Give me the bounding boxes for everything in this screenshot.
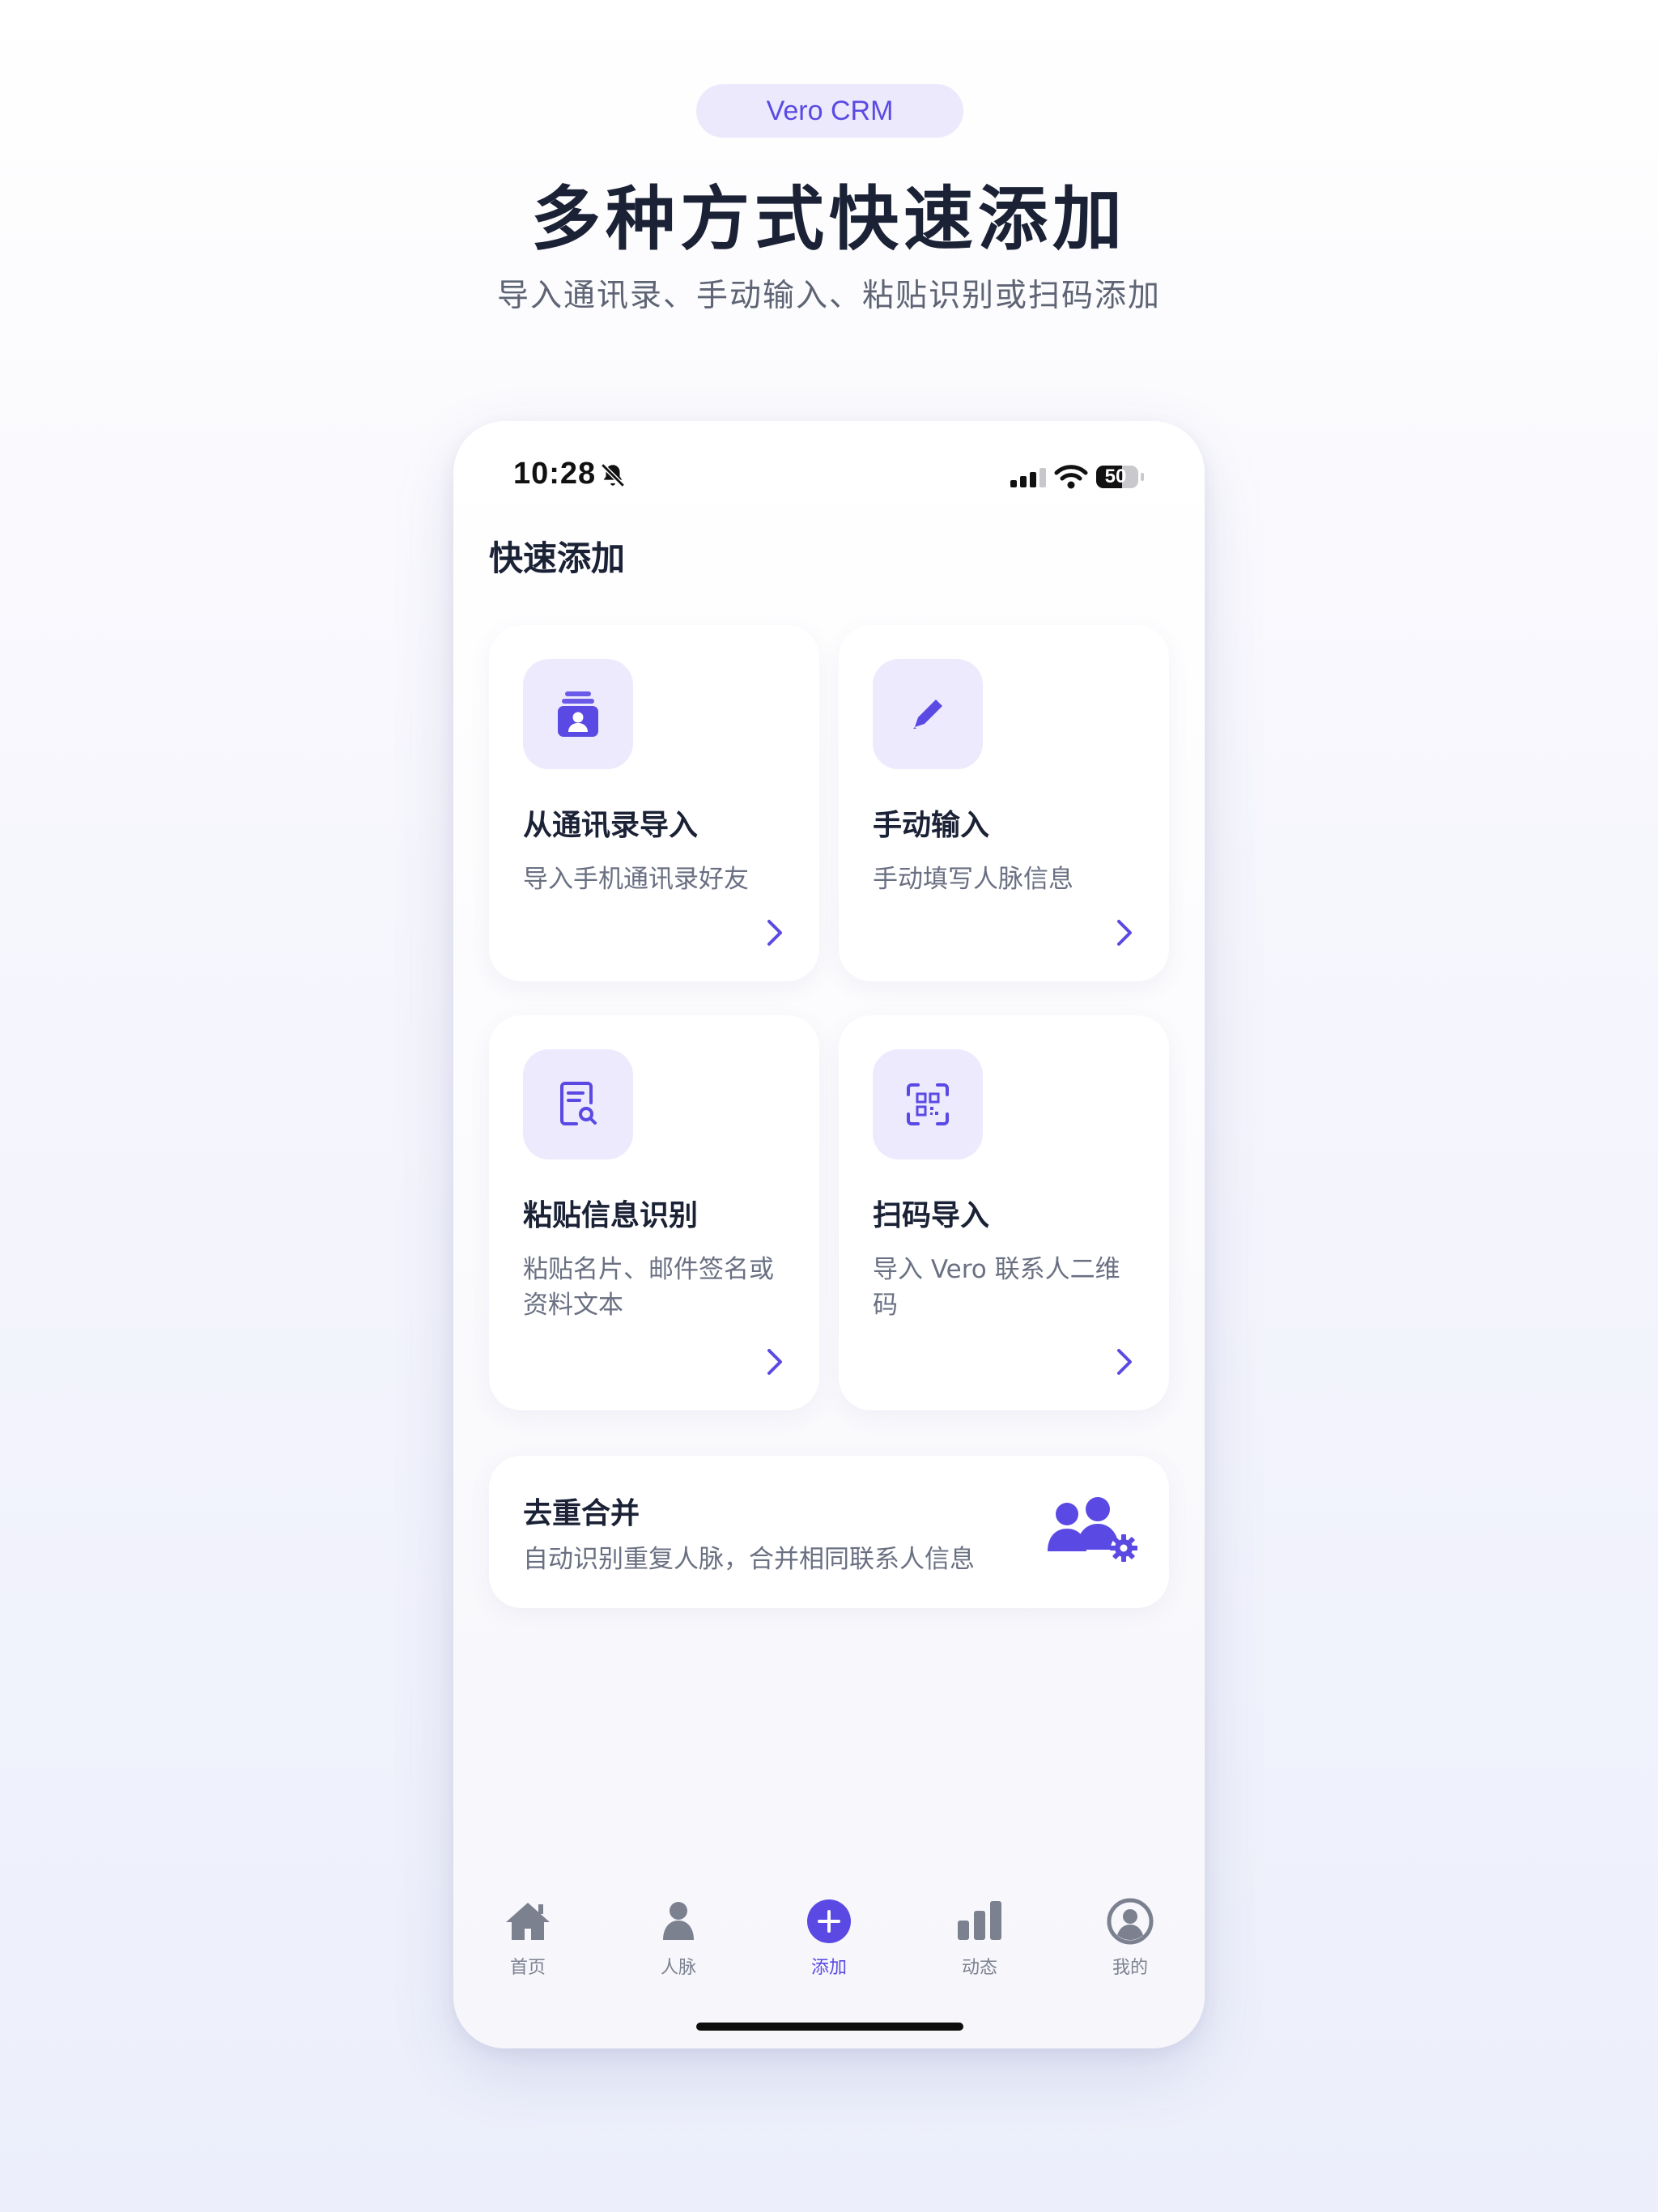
pencil-icon-box bbox=[873, 659, 983, 769]
brand-badge: Vero CRM bbox=[696, 84, 963, 138]
card-title: 从通讯录导入 bbox=[523, 809, 699, 842]
battery-level: 50 bbox=[1104, 466, 1127, 487]
pencil-icon bbox=[913, 700, 942, 729]
chevron-right-icon bbox=[767, 1349, 782, 1375]
bell-slash-icon bbox=[601, 463, 625, 487]
document-search-icon-box bbox=[523, 1049, 633, 1159]
card-title: 手动输入 bbox=[873, 809, 990, 842]
users-gear-icon bbox=[1048, 1497, 1137, 1562]
chevron-right-icon bbox=[767, 920, 782, 946]
subheadline: 导入通讯录、手动输入、粘贴识别或扫码添加 bbox=[496, 278, 1161, 314]
card-desc: 导入 Vero 联系人二维码 bbox=[873, 1255, 1120, 1320]
tab-label: 添加 bbox=[810, 1958, 847, 1978]
tab-label: 首页 bbox=[509, 1958, 546, 1978]
chevron-right-icon bbox=[1117, 920, 1132, 946]
home-indicator[interactable] bbox=[696, 2023, 963, 2031]
import-contacts-card[interactable]: 从通讯录导入 导入手机通讯录好友 bbox=[489, 625, 819, 981]
status-time: 10:28 bbox=[513, 457, 597, 491]
qr-scan-icon bbox=[907, 1083, 949, 1125]
home-icon bbox=[506, 1903, 550, 1940]
document-search-icon bbox=[560, 1082, 597, 1125]
headline: 多种方式快速添加 bbox=[531, 179, 1127, 260]
qr-scan-icon-box bbox=[873, 1049, 983, 1159]
screen-title: 快速添加 bbox=[489, 538, 626, 578]
dedupe-merge-card[interactable]: 去重合并 自动识别重复人脉，合并相同联系人信息 bbox=[489, 1456, 1169, 1608]
profile-icon bbox=[1107, 1898, 1154, 1945]
tab-activity[interactable]: 动态 bbox=[919, 1896, 1040, 1985]
wifi-icon bbox=[1054, 465, 1088, 489]
person-icon bbox=[663, 1902, 694, 1940]
manual-input-card[interactable]: 手动输入 手动填写人脉信息 bbox=[839, 625, 1169, 981]
tab-home[interactable]: 首页 bbox=[467, 1896, 589, 1985]
tab-profile[interactable]: 我的 bbox=[1069, 1896, 1191, 1985]
card-desc: 粘贴名片、邮件签名或资料文本 bbox=[523, 1255, 774, 1320]
scan-import-card[interactable]: 扫码导入 导入 Vero 联系人二维码 bbox=[839, 1015, 1169, 1410]
phone-mockup: 10:28 50 快速添加 从通讯录导入 导入手机通讯录好友 手动输入 手动填写… bbox=[453, 421, 1205, 2048]
merge-title: 去重合并 bbox=[523, 1497, 640, 1530]
paste-recognize-card[interactable]: 粘贴信息识别 粘贴名片、邮件签名或资料文本 bbox=[489, 1015, 819, 1410]
plus-circle-icon bbox=[807, 1899, 851, 1943]
card-title: 扫码导入 bbox=[873, 1199, 990, 1232]
card-desc: 手动填写人脉信息 bbox=[873, 865, 1073, 894]
contacts-icon bbox=[558, 691, 598, 737]
tab-contacts[interactable]: 人脉 bbox=[618, 1896, 739, 1985]
card-desc: 导入手机通讯录好友 bbox=[523, 865, 749, 894]
signal-icon bbox=[1010, 468, 1046, 487]
tab-label: 我的 bbox=[1112, 1958, 1148, 1978]
contacts-icon-box bbox=[523, 659, 633, 769]
chevron-right-icon bbox=[1117, 1349, 1132, 1375]
bar-chart-icon bbox=[958, 1901, 1001, 1940]
tab-label: 动态 bbox=[961, 1958, 997, 1978]
tab-label: 人脉 bbox=[660, 1958, 696, 1978]
card-title: 粘贴信息识别 bbox=[523, 1199, 699, 1232]
merge-desc: 自动识别重复人脉，合并相同联系人信息 bbox=[523, 1545, 975, 1574]
tab-bar: 首页 人脉 添加 动态 我的 bbox=[453, 1896, 1205, 1985]
tab-add[interactable]: 添加 bbox=[768, 1896, 890, 1985]
